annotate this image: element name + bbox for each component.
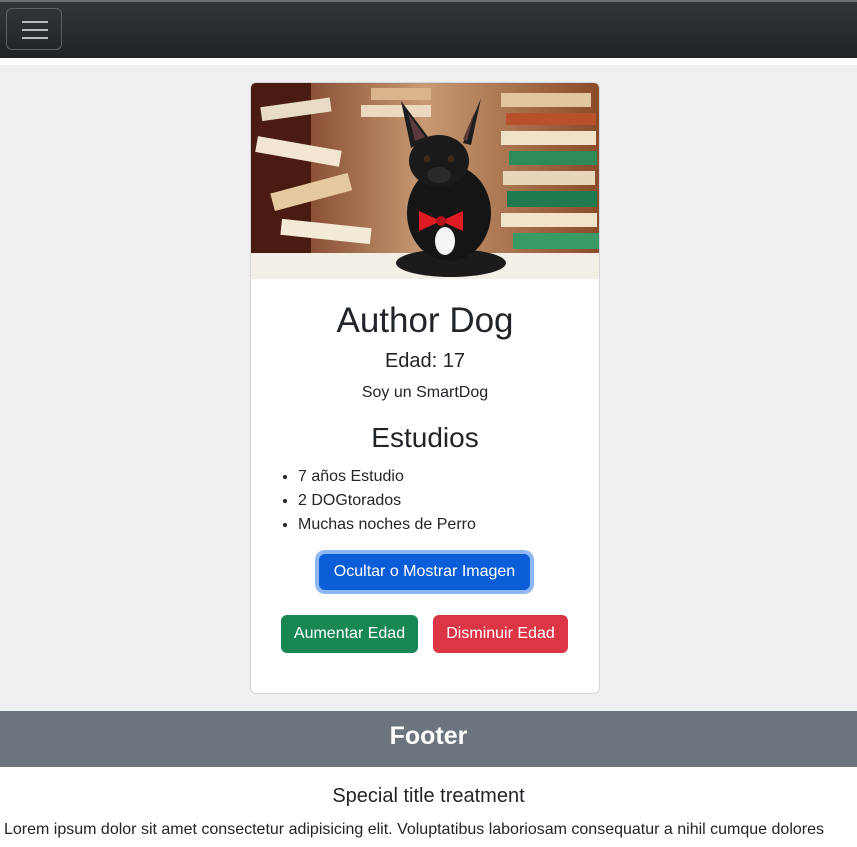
toggle-image-button[interactable]: Ocultar o Mostrar Imagen <box>319 554 530 590</box>
footer-text: Lorem ipsum dolor sit amet consectetur a… <box>4 821 824 838</box>
list-item: Muchas noches de Perro <box>298 513 476 537</box>
dog-with-books-photo <box>251 83 599 279</box>
navbar-divider <box>0 58 857 65</box>
footer-header: Footer <box>0 711 857 767</box>
decrease-age-button[interactable]: Disminuir Edad <box>433 615 568 653</box>
card-title: Author Dog <box>336 301 514 340</box>
navbar <box>0 0 857 58</box>
card-description: Soy un SmartDog <box>361 384 489 401</box>
studies-list: 7 años Estudio 2 DOGtorados Muchas noche… <box>250 465 476 537</box>
studies-title: Estudios <box>371 422 479 453</box>
age-label: Edad: 17 <box>384 350 466 372</box>
footer-body: Special title treatment Lorem ipsum dolo… <box>0 767 857 847</box>
list-item: 2 DOGtorados <box>298 489 476 513</box>
navbar-toggler-button[interactable] <box>6 8 62 50</box>
footer-title: Special title treatment <box>332 785 525 807</box>
increase-age-button[interactable]: Aumentar Edad <box>281 615 418 653</box>
list-item: 7 años Estudio <box>298 465 476 489</box>
